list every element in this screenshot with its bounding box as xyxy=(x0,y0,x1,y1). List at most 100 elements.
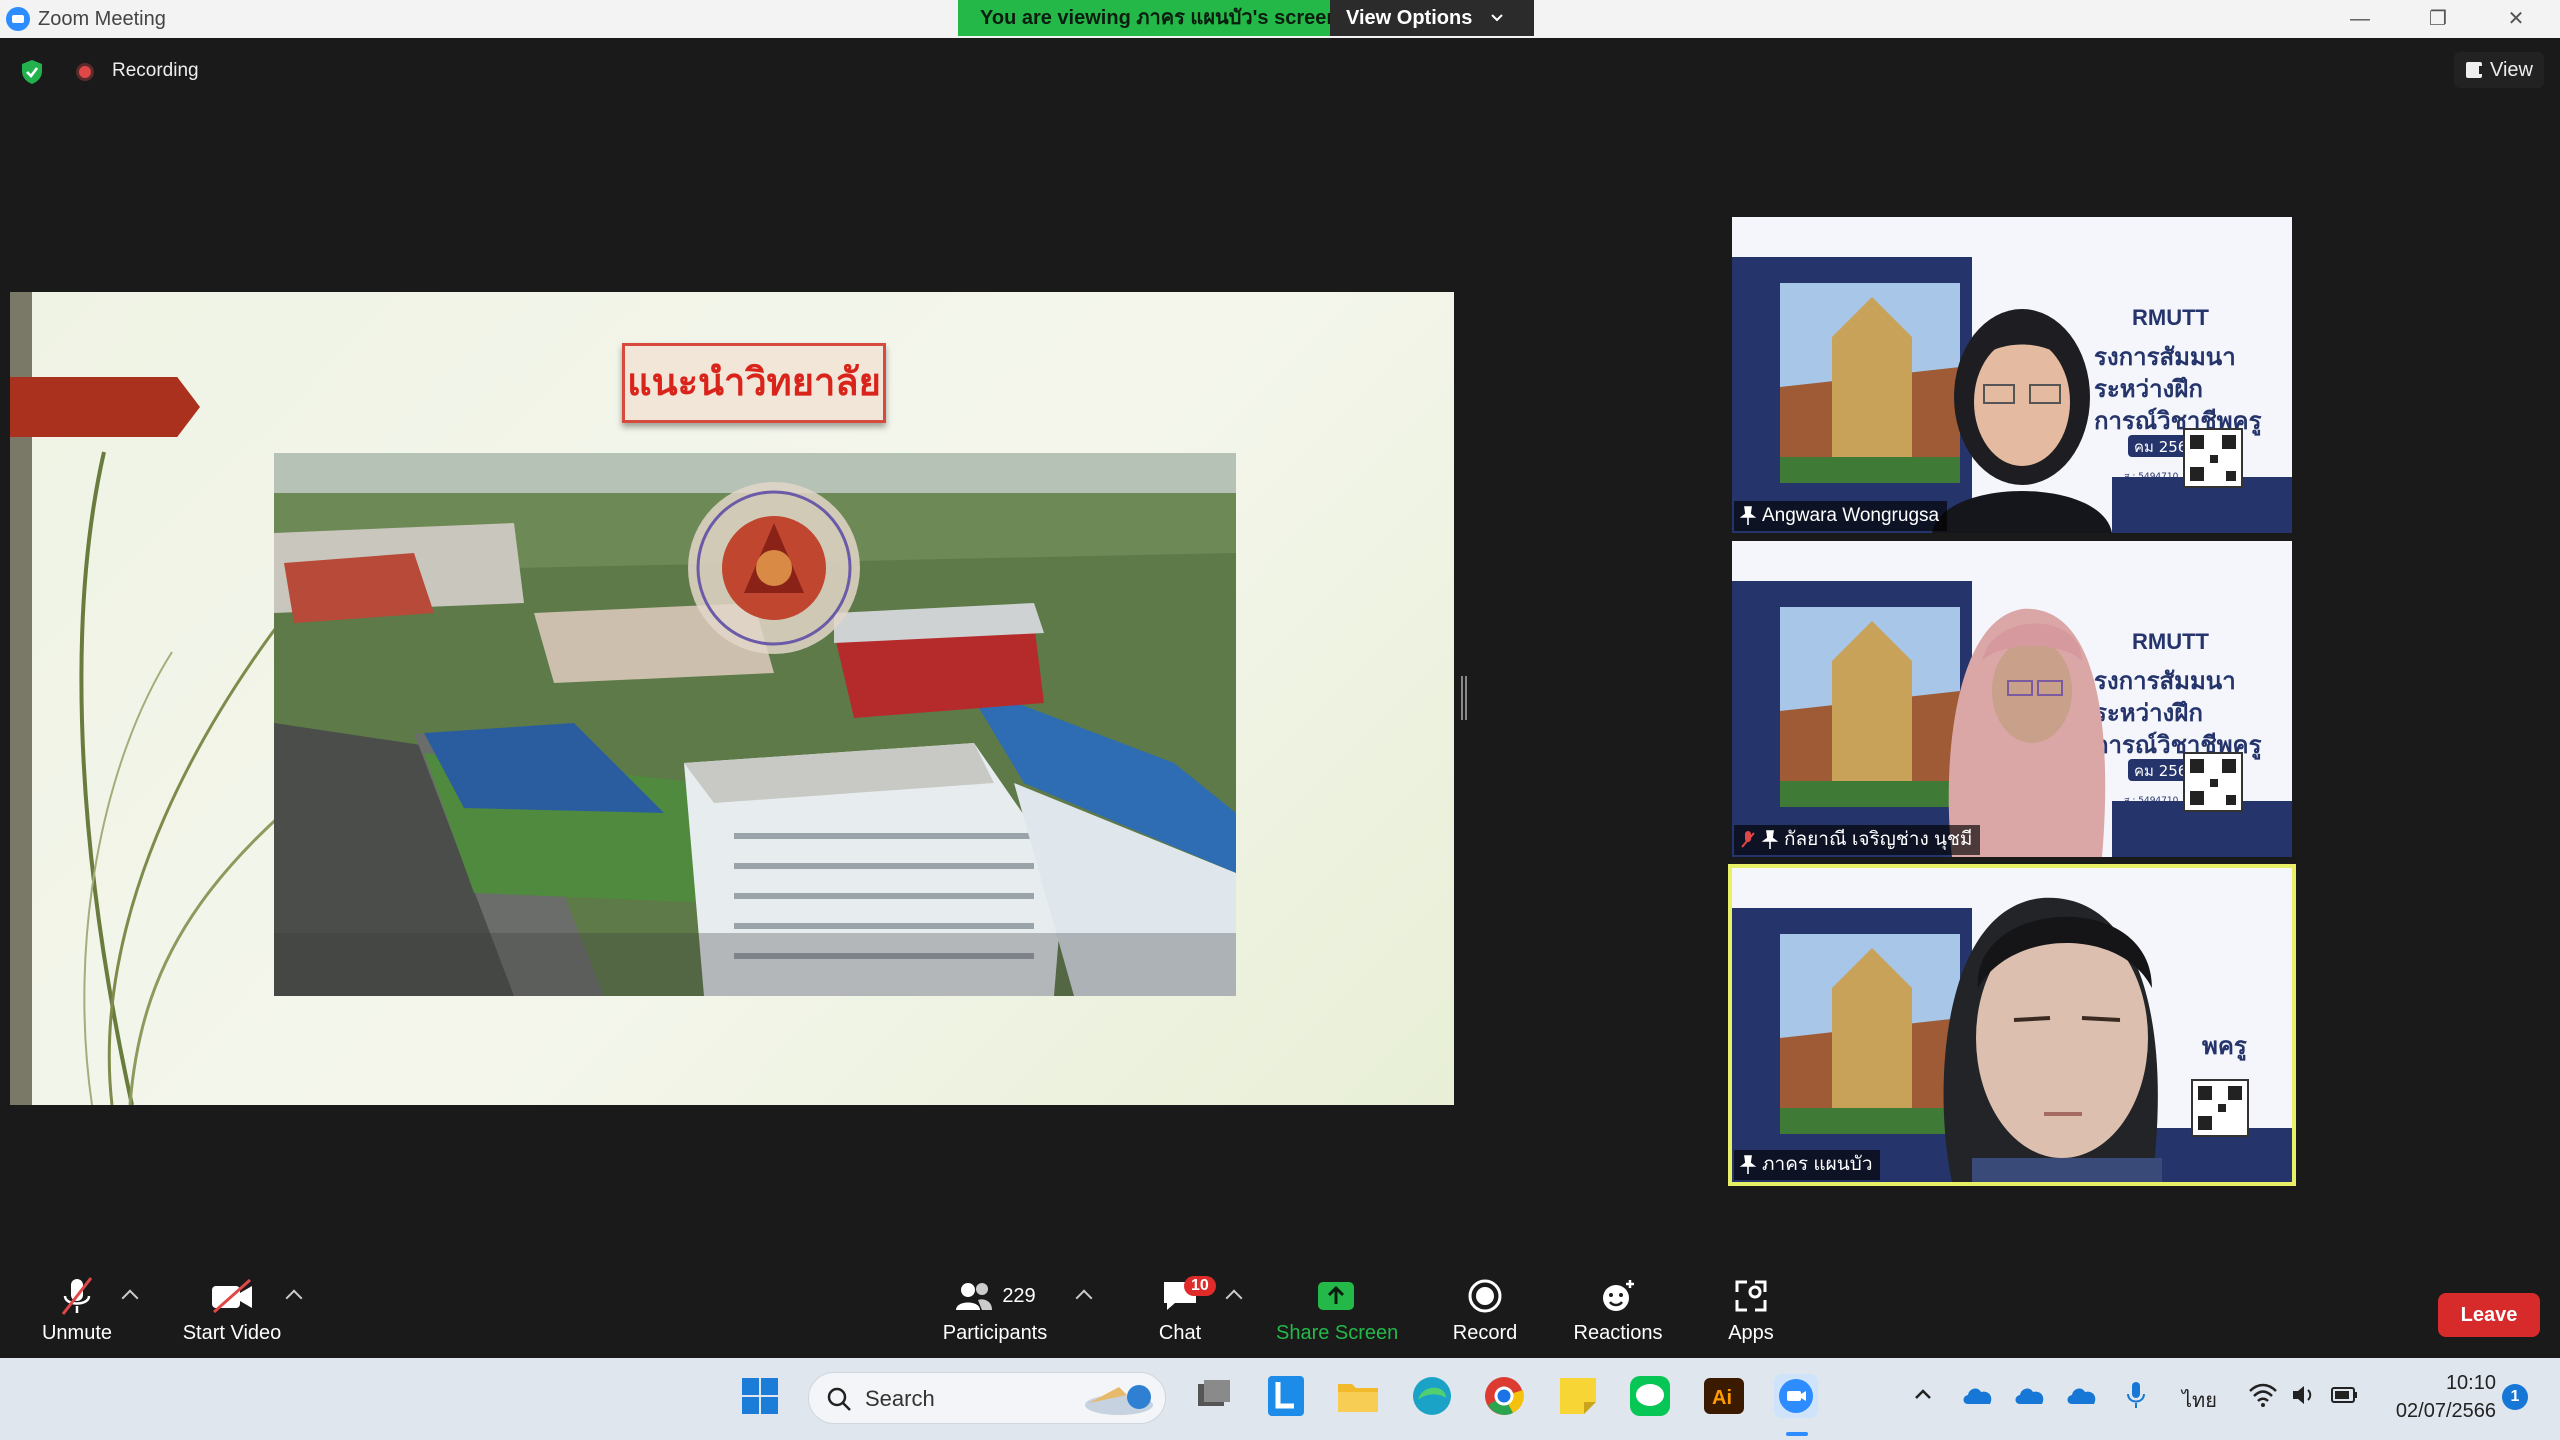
tile-line1: รงการสัมมนา xyxy=(2094,343,2236,371)
start-video-button[interactable]: Start Video xyxy=(176,1276,288,1345)
taskbar-search-box[interactable]: Search xyxy=(808,1372,1166,1424)
apps-icon xyxy=(1735,1280,1767,1312)
svg-text:Ai: Ai xyxy=(1712,1387,1732,1409)
muted-mic-icon xyxy=(1741,831,1755,848)
participants-count: 229 xyxy=(1002,1284,1036,1307)
active-speaker-video-tile[interactable]: พครู ภาคร แผนบัว xyxy=(1728,864,2296,1186)
participants-button[interactable]: 229 Participants xyxy=(940,1276,1050,1345)
active-app-indicator xyxy=(1786,1432,1808,1436)
volume-icon[interactable] xyxy=(2290,1382,2316,1408)
restore-button[interactable]: ❐ xyxy=(2408,4,2468,34)
participants-icon xyxy=(956,1283,993,1310)
onedrive-icon[interactable] xyxy=(1962,1382,1996,1408)
viewing-message: You are viewing ภาคร แผนบัว's screen xyxy=(958,0,1339,36)
os-taskbar: Search Ai ไทย 10:10 02/07/2566 1 xyxy=(0,1358,2560,1440)
participant-name: ภาคร แผนบัว xyxy=(1762,1154,1873,1175)
college-seal xyxy=(688,482,860,654)
recording-label: Recording xyxy=(112,60,199,81)
line-app-icon[interactable] xyxy=(1626,1372,1674,1420)
search-label: Search xyxy=(865,1386,935,1411)
sticky-notes-icon[interactable] xyxy=(1554,1372,1602,1420)
split-resize-handle[interactable] xyxy=(1461,676,1467,720)
participant-video-tile[interactable]: RMUTT รงการสัมมนา ระหว่างฝึก การณ์วิชาชี… xyxy=(1732,217,2292,533)
audio-options-caret[interactable] xyxy=(121,1289,139,1307)
input-language[interactable]: ไทย xyxy=(2182,1384,2217,1416)
slide-heading: แนะนำวิทยาลัย xyxy=(622,343,886,423)
tile-line3: พครู xyxy=(2202,1032,2247,1061)
tile-line2: ระหว่างฝึก xyxy=(2094,699,2203,727)
chat-options-caret[interactable] xyxy=(1225,1289,1243,1307)
slide-red-arrow xyxy=(10,377,200,437)
muted-mic-icon xyxy=(61,1277,93,1315)
reactions-label: Reactions xyxy=(1573,1322,1663,1344)
reactions-icon xyxy=(1603,1280,1634,1311)
view-button[interactable]: View xyxy=(2454,52,2544,88)
shield-icon[interactable] xyxy=(20,59,44,85)
video-options-caret[interactable] xyxy=(285,1289,303,1307)
chat-unread-badge: 10 xyxy=(1184,1276,1216,1296)
clock-time[interactable]: 10:10 xyxy=(2400,1372,2496,1395)
notification-badge[interactable]: 1 xyxy=(2502,1384,2528,1410)
participant-name-tag: ภาคร แผนบัว xyxy=(1734,1150,1881,1180)
participants-options-caret[interactable] xyxy=(1075,1289,1093,1307)
search-icon xyxy=(827,1387,851,1411)
participants-label: Participants xyxy=(942,1322,1048,1344)
file-explorer-icon[interactable] xyxy=(1334,1372,1382,1420)
microphone-icon[interactable] xyxy=(2126,1380,2146,1410)
tile-line1: รงการสัมมนา xyxy=(2094,667,2236,695)
record-label: Record xyxy=(1452,1322,1518,1344)
apps-button[interactable]: Apps xyxy=(1720,1276,1782,1345)
start-video-label: Start Video xyxy=(182,1322,282,1344)
share-screen-label: Share Screen xyxy=(1276,1322,1399,1344)
participant-name: กัลยาณี เจริญช่าง นุชมี xyxy=(1784,829,1973,850)
task-view-icon[interactable] xyxy=(1190,1372,1238,1420)
pin-icon xyxy=(1740,1155,1756,1174)
onedrive-icon[interactable] xyxy=(2014,1382,2048,1408)
share-screen-button[interactable]: Share Screen xyxy=(1276,1276,1399,1345)
participant-name: Angwara Wongrugsa xyxy=(1762,505,1940,526)
close-button[interactable]: ✕ xyxy=(2486,4,2546,34)
zoom-app-icon xyxy=(6,7,30,31)
chevron-down-icon xyxy=(1491,14,1504,22)
zoom-taskbar-icon[interactable] xyxy=(1772,1372,1820,1420)
pin-icon xyxy=(1740,506,1756,525)
apps-label: Apps xyxy=(1728,1322,1774,1344)
record-icon xyxy=(1468,1279,1502,1313)
view-label: View xyxy=(2490,59,2533,81)
tile-logo-text: RMUTT xyxy=(2132,629,2210,654)
view-options-label: View Options xyxy=(1346,7,1473,29)
view-icon xyxy=(2466,62,2485,78)
leave-button[interactable]: Leave xyxy=(2438,1293,2540,1337)
chat-label: Chat xyxy=(1158,1322,1202,1344)
clock-date[interactable]: 02/07/2566 xyxy=(2380,1400,2496,1423)
onedrive-icon[interactable] xyxy=(2066,1382,2100,1408)
shared-screen-slide: แนะนำวิทยาลัย xyxy=(10,292,1454,1105)
tile-line2: ระหว่างฝึก xyxy=(2094,375,2203,403)
record-button[interactable]: Record xyxy=(1446,1276,1524,1345)
participant-name-tag: กัลยาณี เจริญช่าง นุชมี xyxy=(1734,825,1981,855)
video-off-icon xyxy=(212,1278,252,1314)
windows-start-icon[interactable] xyxy=(736,1372,784,1420)
unmute-button[interactable]: Unmute xyxy=(34,1276,120,1345)
reactions-button[interactable]: Reactions xyxy=(1568,1276,1668,1345)
meeting-toolbar: Unmute Start Video 229 Participants Chat… xyxy=(0,1258,2560,1358)
screen-share-banner: You are viewing ภาคร แผนบัว's screen Vie… xyxy=(958,0,1574,36)
tile-code: ส : 5494710 xyxy=(2124,472,2179,482)
chevron-up-icon[interactable] xyxy=(1912,1384,1934,1406)
battery-icon[interactable] xyxy=(2330,1384,2360,1406)
unmute-label: Unmute xyxy=(41,1322,113,1344)
search-highlight-graphic xyxy=(1085,1385,1153,1415)
wifi-icon[interactable] xyxy=(2248,1382,2278,1408)
minimize-button[interactable]: — xyxy=(2330,4,2390,34)
participant-name-tag: Angwara Wongrugsa xyxy=(1734,501,1948,531)
view-options-button[interactable]: View Options xyxy=(1330,0,1534,36)
chrome-browser-icon[interactable] xyxy=(1480,1372,1528,1420)
window-title: Zoom Meeting xyxy=(38,8,166,30)
campus-aerial-photo xyxy=(274,453,1236,996)
pin-icon xyxy=(1762,830,1778,849)
edge-browser-icon[interactable] xyxy=(1408,1372,1456,1420)
illustrator-icon[interactable]: Ai xyxy=(1700,1372,1748,1420)
participant-video-tile[interactable]: RMUTT รงการสัมมนา ระหว่างฝึก การณ์วิชาชี… xyxy=(1732,541,2292,857)
tile-logo-text: RMUTT xyxy=(2132,305,2210,330)
lark-app-icon[interactable] xyxy=(1262,1372,1310,1420)
